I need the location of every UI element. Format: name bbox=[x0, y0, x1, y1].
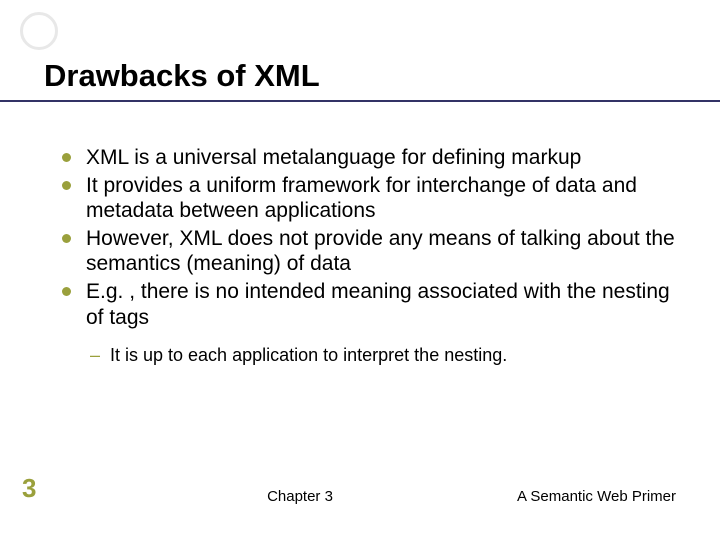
decorative-circle bbox=[20, 12, 58, 50]
bullet-list: XML is a universal metalanguage for defi… bbox=[58, 145, 680, 330]
bullet-text: XML is a universal metalanguage for defi… bbox=[86, 146, 581, 169]
bullet-text: However, XML does not provide any means … bbox=[86, 227, 675, 276]
bullet-text: It provides a uniform framework for inte… bbox=[86, 174, 637, 223]
title-underline bbox=[0, 100, 720, 102]
bullet-item: XML is a universal metalanguage for defi… bbox=[58, 145, 680, 171]
footer-center: Chapter 3 bbox=[267, 488, 333, 505]
bullet-item: E.g. , there is no intended meaning asso… bbox=[58, 279, 680, 330]
title-area: Drawbacks of XML bbox=[44, 58, 680, 106]
sub-bullet-item: It is up to each application to interpre… bbox=[86, 344, 680, 367]
bullet-text: E.g. , there is no intended meaning asso… bbox=[86, 280, 670, 329]
bullet-item: However, XML does not provide any means … bbox=[58, 226, 680, 277]
body-area: XML is a universal metalanguage for defi… bbox=[58, 145, 680, 367]
sub-bullet-list: It is up to each application to interpre… bbox=[86, 344, 680, 367]
bullet-item: It provides a uniform framework for inte… bbox=[58, 173, 680, 224]
slide: Drawbacks of XML XML is a universal meta… bbox=[0, 0, 720, 540]
footer-right: A Semantic Web Primer bbox=[517, 488, 676, 505]
slide-title: Drawbacks of XML bbox=[44, 58, 680, 106]
sub-bullet-text: It is up to each application to interpre… bbox=[110, 345, 507, 365]
